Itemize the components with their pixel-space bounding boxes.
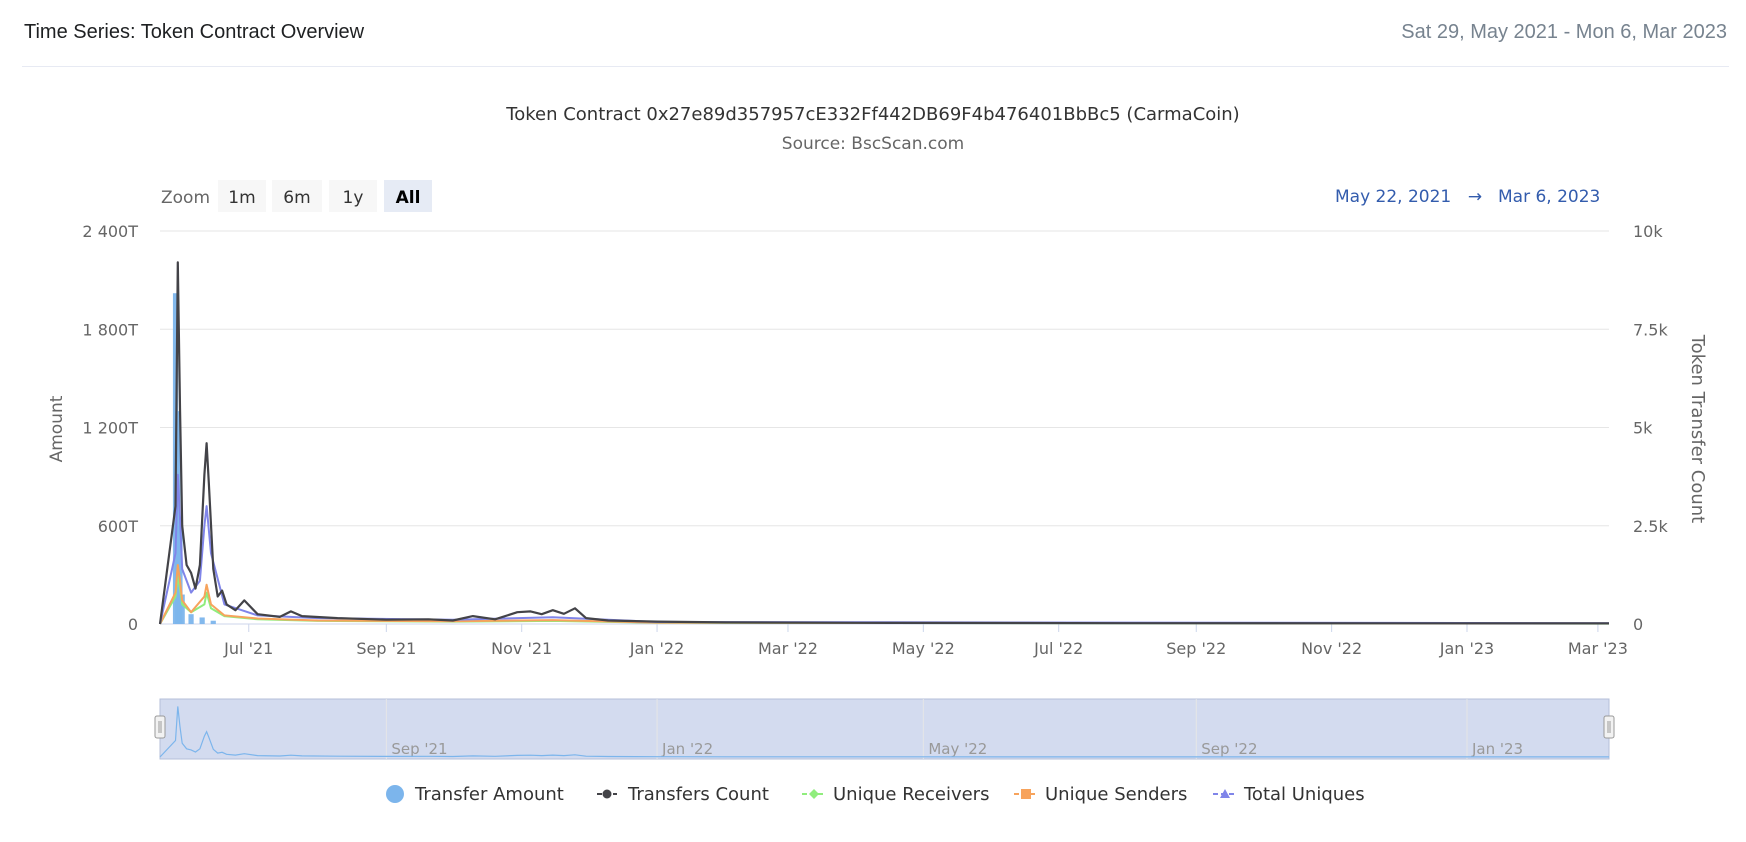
total-uniques-line bbox=[159, 473, 1610, 625]
unique-senders-line bbox=[159, 564, 1610, 625]
y-left-tick-label: 1 200T bbox=[82, 419, 138, 438]
x-tick-label: Nov '22 bbox=[1301, 639, 1362, 658]
navigator-handle-right[interactable] bbox=[1603, 715, 1615, 739]
zoom-button-6m[interactable]: 6m bbox=[272, 180, 322, 212]
legend-item-transfer-amount[interactable]: Transfer Amount bbox=[386, 784, 564, 805]
navigator-tick-label: May '22 bbox=[928, 740, 987, 758]
legend-label-transfer-amount: Transfer Amount bbox=[414, 784, 564, 805]
transfer-amount-bar bbox=[210, 620, 216, 624]
y-right-tick-label: 5k bbox=[1633, 419, 1653, 438]
series-layer bbox=[158, 261, 1610, 625]
navigator-tick-label: Sep '22 bbox=[1201, 740, 1257, 758]
grid-lines bbox=[160, 230, 1609, 625]
zoom-button-1m-label: 1m bbox=[228, 188, 255, 208]
range-arrow: → bbox=[1468, 187, 1482, 207]
legend-item-transfers-count[interactable]: Transfers Count bbox=[597, 784, 769, 805]
legend-item-unique-receivers[interactable]: Unique Receivers bbox=[802, 784, 989, 805]
zoom-button-6m-label: 6m bbox=[283, 188, 310, 208]
legend-marker-transfer-amount bbox=[386, 785, 404, 803]
y-left-tick-label: 1 800T bbox=[82, 320, 138, 339]
range-from[interactable]: May 22, 2021 bbox=[1335, 187, 1451, 207]
navigator-handle-left[interactable] bbox=[154, 715, 166, 739]
x-tick-label: Jan '23 bbox=[1439, 639, 1495, 658]
navigator-tick-label: Jan '22 bbox=[661, 740, 713, 758]
navigator-tick-label: Sep '21 bbox=[391, 740, 447, 758]
y-left-axis-title: Amount bbox=[47, 395, 67, 462]
card-title: Time Series: Token Contract Overview bbox=[24, 21, 365, 43]
navigator-selection[interactable] bbox=[159, 698, 1610, 760]
transfer-amount-bar bbox=[188, 614, 194, 624]
chart-subtitle: Source: BscScan.com bbox=[782, 134, 964, 154]
x-tick-label: Mar '23 bbox=[1568, 639, 1628, 658]
range-to[interactable]: Mar 6, 2023 bbox=[1498, 187, 1600, 207]
legend-label-transfers-count: Transfers Count bbox=[627, 784, 769, 805]
card-header: Time Series: Token Contract Overview Sat… bbox=[22, 0, 1729, 67]
chart-title: Token Contract 0x27e89d357957cE332Ff442D… bbox=[505, 104, 1239, 125]
legend-label-unique-senders: Unique Senders bbox=[1045, 784, 1187, 805]
x-tick-label: Sep '22 bbox=[1166, 639, 1226, 658]
x-tick-label: Nov '21 bbox=[491, 639, 552, 658]
x-tick-label: May '22 bbox=[892, 639, 955, 658]
zoom-button-all-label: All bbox=[396, 188, 421, 208]
legend-label-unique-receivers: Unique Receivers bbox=[833, 784, 989, 805]
legend: Transfer Amount Transfers Count Unique R… bbox=[386, 784, 1365, 805]
navigator-tick-label: Jan '23 bbox=[1471, 740, 1523, 758]
x-tick-label: Sep '21 bbox=[356, 639, 416, 658]
range-selector: Zoom 1m 6m 1y All May 22, 2021 → Mar 6, … bbox=[161, 180, 1600, 212]
y-right-tick-label: 10k bbox=[1633, 222, 1663, 241]
legend-item-total-uniques[interactable]: Total Uniques bbox=[1213, 784, 1365, 805]
legend-item-unique-senders[interactable]: Unique Senders bbox=[1014, 784, 1187, 805]
card-date-range: Sat 29, May 2021 - Mon 6, Mar 2023 bbox=[1401, 21, 1727, 43]
zoom-label: Zoom bbox=[161, 188, 210, 208]
legend-marker-unique-senders bbox=[1021, 789, 1031, 799]
unique-receivers-line bbox=[159, 575, 1610, 625]
y-right-tick-label: 0 bbox=[1633, 615, 1643, 634]
chart: Token Contract 0x27e89d357957cE332Ff442D… bbox=[47, 104, 1708, 805]
zoom-button-all[interactable]: All bbox=[384, 180, 432, 212]
x-axis: Jul '21 Sep '21 Nov '21 Jan '22 Mar '22 May '… bbox=[223, 624, 1628, 658]
transfer-amount-bar bbox=[199, 617, 205, 624]
y-left-tick-label: 600T bbox=[98, 517, 139, 536]
y-right-tick-label: 2.5k bbox=[1633, 517, 1668, 536]
y-left-tick-label: 2 400T bbox=[82, 222, 138, 241]
y-right-tick-label: 7.5k bbox=[1633, 320, 1668, 339]
legend-label-total-uniques: Total Uniques bbox=[1243, 784, 1365, 805]
legend-marker-transfers-count bbox=[602, 789, 612, 799]
y-left-tick-label: 0 bbox=[128, 615, 138, 634]
x-tick-label: Jul '21 bbox=[223, 639, 273, 658]
x-tick-label: Mar '22 bbox=[758, 639, 818, 658]
y-right-axis-title: Token Transfer Count bbox=[1687, 334, 1708, 524]
zoom-button-1y-label: 1y bbox=[343, 188, 364, 208]
x-tick-label: Jul '22 bbox=[1033, 639, 1083, 658]
legend-marker-unique-receivers bbox=[809, 789, 819, 799]
transfers-count-line bbox=[158, 261, 1610, 625]
zoom-button-1m[interactable]: 1m bbox=[218, 180, 266, 212]
zoom-button-1y[interactable]: 1y bbox=[329, 180, 377, 212]
navigator[interactable]: Sep '21 Jan '22 May '22 Sep '22 Jan '23 bbox=[154, 698, 1615, 760]
y-left-axis: 0 600T 1 200T 1 800T 2 400T bbox=[82, 222, 138, 634]
y-right-axis: 0 2.5k 5k 7.5k 10k bbox=[1633, 222, 1668, 634]
x-tick-label: Jan '22 bbox=[629, 639, 685, 658]
